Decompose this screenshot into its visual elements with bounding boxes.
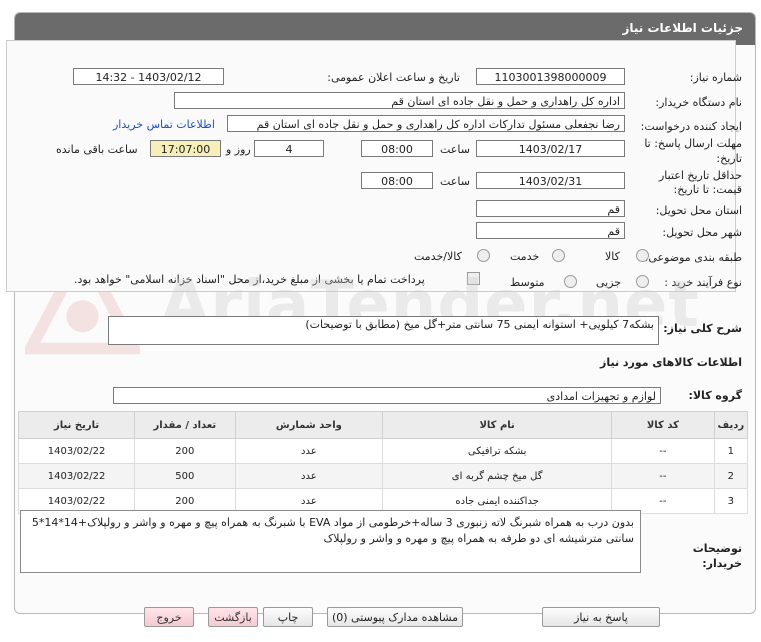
validity-label-line1: حداقل تاریخ اعتبار <box>658 169 742 182</box>
cell-name: گل میخ چشم گربه ای <box>382 463 613 489</box>
category-option-goods: کالا <box>605 250 620 263</box>
remaining-time-field: 17:07:00 <box>150 140 221 157</box>
deadline-time-field: 08:00 <box>361 140 433 157</box>
cell-unit: عدد <box>234 463 384 489</box>
reply-to-need-button[interactable]: پاسخ به نیاز <box>542 607 660 627</box>
city-field: قم <box>476 222 625 239</box>
days-label: روز و <box>226 143 251 156</box>
validity-date-field: 1403/02/31 <box>476 172 625 189</box>
buyer-org-field: اداره کل راهداری و حمل و نقل جاده ای است… <box>174 92 625 109</box>
category-option-goods-service: کالا/خدمت <box>414 250 462 263</box>
category-radio-service[interactable] <box>552 249 565 262</box>
validity-time-label: ساعت <box>440 175 470 188</box>
deadline-label-line1: مهلت ارسال پاسخ: تا <box>644 137 742 150</box>
need-number-field: 1103001398000009 <box>476 68 625 85</box>
view-attachments-button[interactable]: مشاهده مدارک پیوستی (0) <box>327 607 463 627</box>
days-remaining-field: 4 <box>254 140 324 157</box>
col-qty: تعداد / مقدار <box>134 411 236 439</box>
summary-textarea: بشکه7 کیلویی+ استوانه ایمنی 75 سانتی متر… <box>108 316 659 345</box>
print-button[interactable]: چاپ <box>263 607 313 627</box>
requester-field: رضا نجفعلی مسئول تدارکات اداره کل راهدار… <box>227 115 625 132</box>
goods-section-title: اطلاعات کالاهای مورد نیاز <box>600 356 742 369</box>
validity-time-field: 08:00 <box>361 172 433 189</box>
back-button[interactable]: بازگشت <box>208 607 258 627</box>
goods-table: ردیف کد کالا نام کالا واحد شمارش تعداد /… <box>17 411 749 514</box>
remaining-time-label: ساعت باقی مانده <box>56 143 138 156</box>
deadline-time-label: ساعت <box>440 143 470 156</box>
city-label: شهر محل تحویل: <box>662 226 742 239</box>
validity-label-line2: قیمت: تا تاریخ: <box>673 183 742 196</box>
need-number-label: شماره نیاز: <box>689 71 742 84</box>
table-row: 2 -- گل میخ چشم گربه ای عدد 500 1403/02/… <box>17 463 749 489</box>
goods-group-field: لوازم و تجهیزات امدادی <box>113 387 661 404</box>
buyer-contact-link[interactable]: اطلاعات تماس خریدار <box>113 118 215 131</box>
province-label: استان محل تحویل: <box>655 204 742 217</box>
cell-date: 1403/02/22 <box>17 438 136 464</box>
cell-date: 1403/02/22 <box>17 463 136 489</box>
cell-code: -- <box>611 463 715 489</box>
cell-row: 2 <box>713 463 749 489</box>
cell-qty: 500 <box>134 463 236 489</box>
deadline-label-line2: تاریخ: <box>716 152 742 165</box>
announce-datetime-label: تاریخ و ساعت اعلان عمومی: <box>327 71 460 84</box>
cell-code: -- <box>611 438 715 464</box>
category-label: طبقه بندی موضوعی: <box>644 251 742 264</box>
page-title: جزئیات اطلاعات نیاز <box>622 21 743 35</box>
requester-label: ایجاد کننده درخواست: <box>640 120 742 133</box>
exit-button[interactable]: خروج <box>144 607 194 627</box>
summary-label: شرح کلی نیاز: <box>663 322 742 335</box>
cell-name: بشکه ترافیکی <box>382 438 613 464</box>
col-row: ردیف <box>713 411 749 439</box>
category-option-service: خدمت <box>510 250 540 263</box>
cell-row: 1 <box>713 438 749 464</box>
buyer-notes-label-line1: توضیحات <box>692 542 742 555</box>
goods-group-label: گروه کالا: <box>688 389 742 402</box>
cell-qty: 200 <box>134 438 236 464</box>
col-unit: واحد شمارش <box>234 411 384 439</box>
announce-datetime-field: 1403/02/12 - 14:32 <box>73 68 224 85</box>
buyer-notes-box: بدون درب به همراه شبرنگ لاته زنبوری 3 سا… <box>20 510 641 573</box>
col-date: تاریخ نیاز <box>17 411 136 439</box>
col-code: کد کالا <box>611 411 715 439</box>
cell-unit: عدد <box>234 438 384 464</box>
category-radio-goods-service[interactable] <box>477 249 490 262</box>
province-field: قم <box>476 200 625 217</box>
buyer-notes-label-line2: خریدار: <box>702 557 742 570</box>
cell-row: 3 <box>713 488 749 514</box>
goods-table-header: ردیف کد کالا نام کالا واحد شمارش تعداد /… <box>17 411 749 439</box>
col-name: نام کالا <box>382 411 613 439</box>
deadline-date-field: 1403/02/17 <box>476 140 625 157</box>
table-row: 1 -- بشکه ترافیکی عدد 200 1403/02/22 <box>17 438 749 464</box>
buyer-org-label: نام دستگاه خریدار: <box>655 96 742 109</box>
category-radio-goods[interactable] <box>636 249 649 262</box>
